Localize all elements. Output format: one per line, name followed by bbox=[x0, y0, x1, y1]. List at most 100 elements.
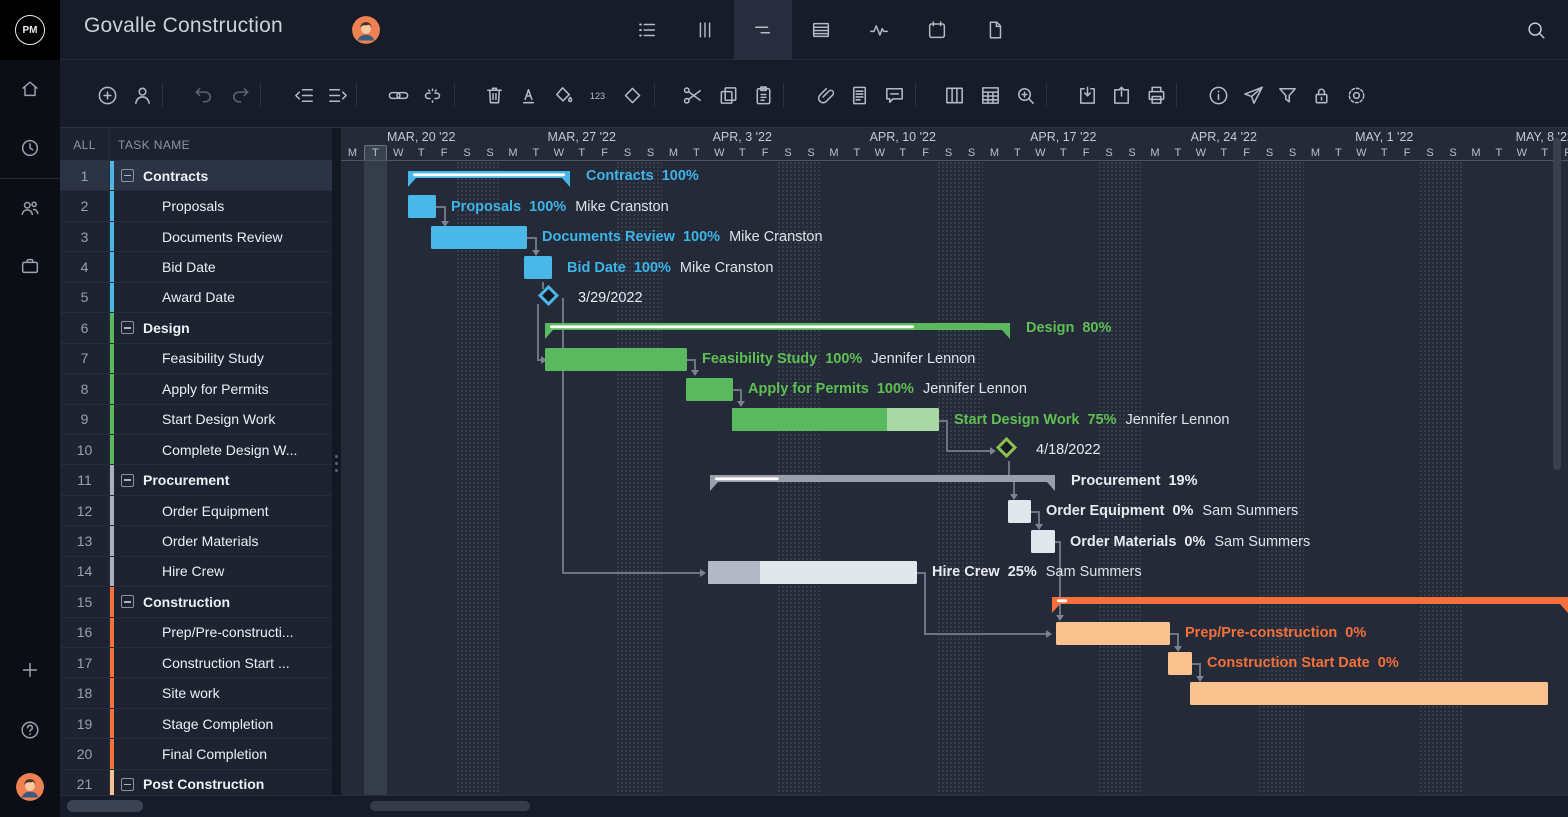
column-header-all[interactable]: ALL bbox=[60, 128, 110, 161]
collapse-icon[interactable] bbox=[121, 321, 134, 334]
task-bar[interactable] bbox=[524, 256, 552, 279]
paste-icon[interactable] bbox=[750, 82, 776, 108]
task-row-21[interactable]: 21Post Construction bbox=[60, 770, 332, 795]
task-row-18[interactable]: 18Site work bbox=[60, 678, 332, 708]
task-row-8[interactable]: 8Apply for Permits bbox=[60, 374, 332, 404]
day-cell: W bbox=[1029, 145, 1052, 161]
sidebar-item-portfolio[interactable] bbox=[19, 255, 41, 277]
tab-workload-view[interactable] bbox=[850, 0, 908, 60]
task-panel-hscrollbar[interactable] bbox=[67, 800, 143, 812]
task-row-14[interactable]: 14Hire Crew bbox=[60, 557, 332, 587]
collapse-icon[interactable] bbox=[121, 474, 134, 487]
task-row-12[interactable]: 12Order Equipment bbox=[60, 496, 332, 526]
tab-gantt-view[interactable] bbox=[734, 0, 792, 60]
collapse-icon[interactable] bbox=[121, 595, 134, 608]
info-icon[interactable] bbox=[1205, 82, 1231, 108]
task-bar[interactable] bbox=[431, 226, 527, 249]
collapse-icon[interactable] bbox=[121, 778, 134, 791]
sidebar-item-add[interactable] bbox=[19, 659, 41, 681]
task-row-13[interactable]: 13Order Materials bbox=[60, 526, 332, 556]
spreadsheet-icon[interactable] bbox=[977, 82, 1003, 108]
copy-icon[interactable] bbox=[715, 82, 741, 108]
summary-bar[interactable] bbox=[710, 475, 1055, 492]
milestone-diamond[interactable] bbox=[537, 284, 558, 305]
task-row-19[interactable]: 19Stage Completion bbox=[60, 709, 332, 739]
summary-bar[interactable] bbox=[408, 171, 570, 188]
tab-sheet-view[interactable] bbox=[792, 0, 850, 60]
task-bar[interactable] bbox=[1190, 682, 1548, 705]
lock-icon[interactable] bbox=[1308, 82, 1334, 108]
task-bar[interactable] bbox=[1168, 652, 1192, 675]
task-bar[interactable] bbox=[732, 408, 939, 431]
column-header-task-name[interactable]: TASK NAME bbox=[118, 128, 190, 161]
search-icon[interactable] bbox=[1524, 18, 1548, 42]
task-row-16[interactable]: 16Prep/Pre-constructi... bbox=[60, 618, 332, 648]
outdent-icon[interactable] bbox=[291, 82, 317, 108]
sidebar-item-recent[interactable] bbox=[19, 137, 41, 159]
task-row-1[interactable]: 1Contracts bbox=[60, 161, 332, 191]
task-row-7[interactable]: 7Feasibility Study bbox=[60, 344, 332, 374]
redo-icon[interactable] bbox=[227, 82, 253, 108]
summary-bar[interactable] bbox=[1052, 597, 1568, 614]
number-format-icon[interactable]: 123 bbox=[584, 82, 610, 108]
add-task-icon[interactable] bbox=[94, 82, 120, 108]
link-dependency-icon[interactable] bbox=[385, 82, 411, 108]
columns-icon[interactable] bbox=[941, 82, 967, 108]
print-icon[interactable] bbox=[1143, 82, 1169, 108]
task-row-9[interactable]: 9Start Design Work bbox=[60, 405, 332, 435]
vertical-scrollbar[interactable] bbox=[1553, 138, 1561, 470]
milestone-icon[interactable] bbox=[619, 82, 645, 108]
tab-board-view[interactable] bbox=[676, 0, 734, 60]
text-format-icon[interactable] bbox=[515, 82, 541, 108]
filter-icon[interactable] bbox=[1274, 82, 1300, 108]
task-name-label: Final Completion bbox=[162, 746, 267, 762]
comment-icon[interactable] bbox=[881, 82, 907, 108]
task-row-6[interactable]: 6Design bbox=[60, 313, 332, 343]
task-row-15[interactable]: 15Construction bbox=[60, 587, 332, 617]
task-bar[interactable] bbox=[545, 348, 687, 371]
summary-bar[interactable] bbox=[545, 323, 1010, 340]
task-row-2[interactable]: 2Proposals bbox=[60, 191, 332, 221]
export-icon[interactable] bbox=[1108, 82, 1134, 108]
fill-color-icon[interactable] bbox=[550, 82, 576, 108]
task-row-10[interactable]: 10Complete Design W... bbox=[60, 435, 332, 465]
task-bar[interactable] bbox=[1008, 500, 1031, 523]
task-row-11[interactable]: 11Procurement bbox=[60, 465, 332, 495]
tab-calendar-view[interactable] bbox=[908, 0, 966, 60]
notes-icon[interactable] bbox=[846, 82, 872, 108]
task-bar[interactable] bbox=[408, 195, 436, 218]
import-icon[interactable] bbox=[1074, 82, 1100, 108]
settings-icon[interactable] bbox=[1343, 82, 1369, 108]
delete-icon[interactable] bbox=[481, 82, 507, 108]
task-row-17[interactable]: 17Construction Start ... bbox=[60, 648, 332, 678]
unlink-dependency-icon[interactable] bbox=[419, 82, 445, 108]
assign-user-icon[interactable] bbox=[129, 82, 155, 108]
task-bar[interactable] bbox=[1056, 622, 1170, 645]
share-icon[interactable] bbox=[1240, 82, 1266, 108]
sidebar-item-help[interactable] bbox=[19, 719, 41, 741]
app-logo[interactable]: PM bbox=[0, 0, 60, 60]
milestone-diamond[interactable] bbox=[995, 437, 1016, 458]
undo-icon[interactable] bbox=[190, 82, 216, 108]
panel-splitter[interactable] bbox=[332, 128, 341, 795]
tab-list-view[interactable] bbox=[618, 0, 676, 60]
tab-docs-view[interactable] bbox=[966, 0, 1024, 60]
task-bar[interactable] bbox=[1031, 530, 1055, 553]
task-bar[interactable] bbox=[708, 561, 917, 584]
task-row-20[interactable]: 20Final Completion bbox=[60, 739, 332, 769]
cut-icon[interactable] bbox=[679, 82, 705, 108]
collapse-icon[interactable] bbox=[121, 169, 134, 182]
sidebar-item-team[interactable] bbox=[19, 197, 41, 219]
task-bar[interactable] bbox=[686, 378, 733, 401]
project-owner-avatar[interactable] bbox=[352, 16, 380, 44]
sidebar-user-avatar[interactable] bbox=[16, 773, 44, 801]
gantt-hscrollbar[interactable] bbox=[370, 801, 530, 811]
task-row-5[interactable]: 5Award Date bbox=[60, 283, 332, 313]
timeline-header: MAR, 20 '22MAR, 27 '22APR, 3 '22APR, 10 … bbox=[341, 128, 1568, 161]
sidebar-item-home[interactable] bbox=[19, 78, 41, 100]
task-row-4[interactable]: 4Bid Date bbox=[60, 252, 332, 282]
task-row-3[interactable]: 3Documents Review bbox=[60, 222, 332, 252]
attachment-icon[interactable] bbox=[811, 82, 837, 108]
indent-icon[interactable] bbox=[324, 82, 350, 108]
zoom-icon[interactable] bbox=[1012, 82, 1038, 108]
